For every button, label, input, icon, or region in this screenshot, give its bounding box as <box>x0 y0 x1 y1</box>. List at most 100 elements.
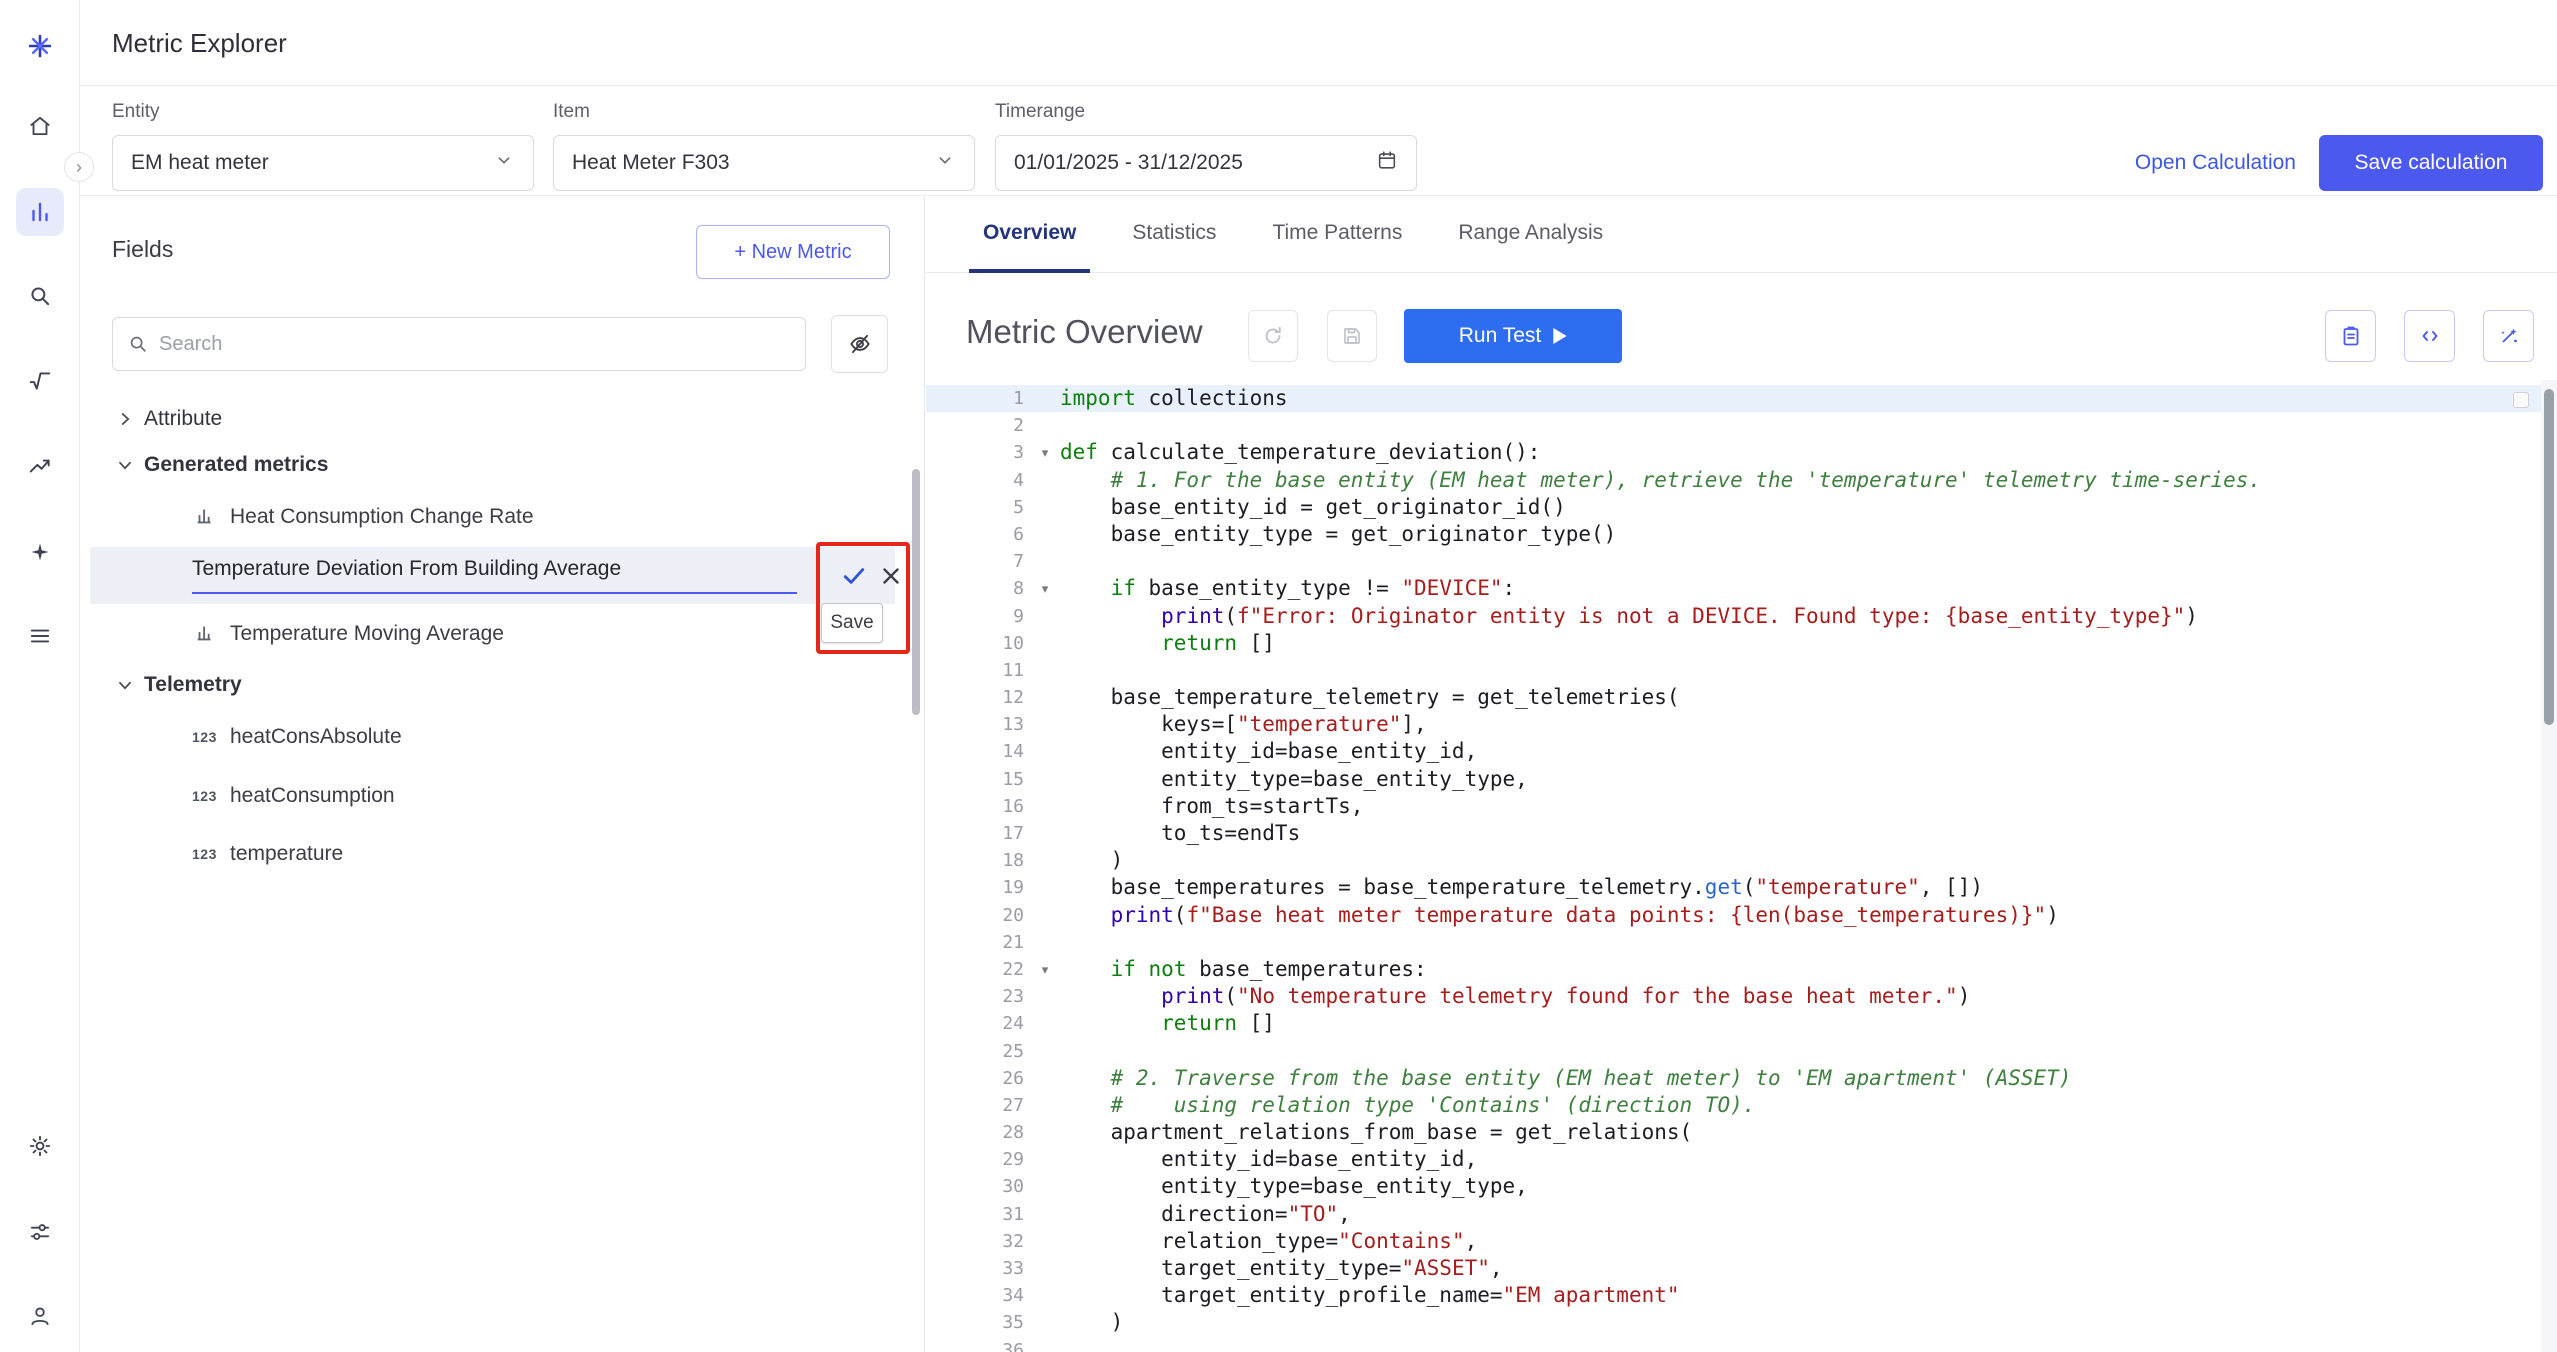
save-calculation-button[interactable]: Save calculation <box>2319 135 2543 191</box>
timerange-input[interactable]: 01/01/2025 - 31/12/2025 <box>995 135 1417 191</box>
code-line-26[interactable]: 26 # 2. Traverse from the base entity (E… <box>926 1065 2541 1092</box>
refresh-button[interactable] <box>1248 310 1298 362</box>
code-line-2[interactable]: 2 <box>926 412 2541 439</box>
line-number: 6 <box>926 521 1030 548</box>
code-line-3[interactable]: 3▾def calculate_temperature_deviation(): <box>926 439 2541 466</box>
tree-item-metric[interactable]: Heat Consumption Change Rate <box>80 493 925 541</box>
tree-group-telemetry[interactable]: Telemetry <box>80 661 925 709</box>
code-line-11[interactable]: 11 <box>926 657 2541 684</box>
fold-gutter <box>1030 1201 1060 1228</box>
sliders-icon[interactable] <box>16 1208 64 1256</box>
tree-item-metric-editing[interactable]: Temperature Deviation From Building Aver… <box>90 547 895 604</box>
tree-item-metric[interactable]: Temperature Moving Average <box>80 610 925 658</box>
tree-item-telemetry[interactable]: 123 heatConsAbsolute <box>80 713 925 761</box>
formula-icon[interactable] <box>16 357 64 405</box>
fold-marker-icon[interactable]: ▾ <box>1030 439 1060 466</box>
code-line-9[interactable]: 9 print(f"Error: Originator entity is no… <box>926 603 2541 630</box>
tree-group-generated-metrics[interactable]: Generated metrics <box>80 441 925 489</box>
bar-chart-icon[interactable] <box>16 188 64 236</box>
code-line-7[interactable]: 7 <box>926 548 2541 575</box>
code-text: relation_type="Contains", <box>1060 1228 1477 1255</box>
fields-panel-scrollbar[interactable] <box>912 469 920 715</box>
calendar-icon <box>1376 149 1398 177</box>
code-line-17[interactable]: 17 to_ts=endTs <box>926 820 2541 847</box>
metric-name-input[interactable]: Temperature Deviation From Building Aver… <box>192 557 797 594</box>
tab-range-analysis[interactable]: Range Analysis <box>1444 196 1617 273</box>
tree-item-telemetry[interactable]: 123 temperature <box>80 830 925 878</box>
code-line-1[interactable]: 1import collections <box>926 385 2541 412</box>
list-icon[interactable] <box>16 612 64 660</box>
tree-group-attribute[interactable]: Attribute <box>80 395 925 443</box>
line-number: 22 <box>926 956 1030 983</box>
numeric-type-icon: 123 <box>192 846 217 862</box>
code-line-10[interactable]: 10 return [] <box>926 630 2541 657</box>
user-icon[interactable] <box>16 1292 64 1340</box>
home-icon[interactable] <box>16 102 64 150</box>
code-editor[interactable]: 1import collections23▾def calculate_temp… <box>926 385 2541 1352</box>
code-line-33[interactable]: 33 target_entity_type="ASSET", <box>926 1255 2541 1282</box>
code-view-button[interactable] <box>2404 310 2455 362</box>
save-metric-button[interactable]: Save <box>821 603 883 643</box>
save-draft-button[interactable] <box>1327 310 1377 362</box>
code-line-23[interactable]: 23 print("No temperature telemetry found… <box>926 983 2541 1010</box>
code-line-16[interactable]: 16 from_ts=startTs, <box>926 793 2541 820</box>
code-line-18[interactable]: 18 ) <box>926 847 2541 874</box>
tab-time-patterns[interactable]: Time Patterns <box>1258 196 1416 273</box>
fold-marker-icon[interactable]: ▾ <box>1030 575 1060 602</box>
code-line-13[interactable]: 13 keys=["temperature"], <box>926 711 2541 738</box>
clipboard-button[interactable] <box>2325 310 2376 362</box>
code-line-30[interactable]: 30 entity_type=base_entity_type, <box>926 1173 2541 1200</box>
code-line-8[interactable]: 8▾ if base_entity_type != "DEVICE": <box>926 575 2541 602</box>
code-line-22[interactable]: 22▾ if not base_temperatures: <box>926 956 2541 983</box>
gear-icon[interactable] <box>16 1122 64 1170</box>
entity-value: EM heat meter <box>131 151 269 175</box>
code-line-27[interactable]: 27 # using relation type 'Contains' (dir… <box>926 1092 2541 1119</box>
telemetry-label: temperature <box>230 842 343 866</box>
search-input[interactable] <box>159 333 791 356</box>
item-select[interactable]: Heat Meter F303 <box>553 135 975 191</box>
tab-statistics[interactable]: Statistics <box>1118 196 1230 273</box>
editor-scrollbar-thumb[interactable] <box>2544 389 2554 725</box>
expand-sidebar-button[interactable]: › <box>64 152 94 182</box>
trend-icon[interactable] <box>16 442 64 490</box>
code-line-20[interactable]: 20 print(f"Base heat meter temperature d… <box>926 902 2541 929</box>
search-icon[interactable] <box>16 272 64 320</box>
tab-overview[interactable]: Overview <box>969 196 1090 273</box>
code-line-4[interactable]: 4 # 1. For the base entity (EM heat mete… <box>926 467 2541 494</box>
cancel-rename-icon[interactable] <box>878 563 904 589</box>
code-line-15[interactable]: 15 entity_type=base_entity_type, <box>926 766 2541 793</box>
tree-item-telemetry[interactable]: 123 heatConsumption <box>80 772 925 820</box>
code-line-32[interactable]: 32 relation_type="Contains", <box>926 1228 2541 1255</box>
run-test-button[interactable]: Run Test <box>1404 309 1622 363</box>
code-line-24[interactable]: 24 return [] <box>926 1010 2541 1037</box>
app-logo[interactable] <box>16 22 64 70</box>
entity-select[interactable]: EM heat meter <box>112 135 534 191</box>
code-icon <box>2418 324 2442 348</box>
code-line-31[interactable]: 31 direction="TO", <box>926 1201 2541 1228</box>
ai-assist-button[interactable] <box>2483 310 2534 362</box>
fold-marker-icon[interactable]: ▾ <box>1030 956 1060 983</box>
code-line-19[interactable]: 19 base_temperatures = base_temperature_… <box>926 874 2541 901</box>
code-line-14[interactable]: 14 entity_id=base_entity_id, <box>926 738 2541 765</box>
open-calculation-link[interactable]: Open Calculation <box>2135 135 2296 191</box>
code-line-34[interactable]: 34 target_entity_profile_name="EM apartm… <box>926 1282 2541 1309</box>
new-metric-button[interactable]: + New Metric <box>696 225 890 279</box>
sparkle-icon[interactable] <box>16 528 64 576</box>
confirm-rename-icon[interactable] <box>840 562 868 590</box>
code-line-21[interactable]: 21 <box>926 929 2541 956</box>
refresh-icon <box>1261 324 1285 348</box>
group-label: Attribute <box>144 407 222 431</box>
code-line-12[interactable]: 12 base_temperature_telemetry = get_tele… <box>926 684 2541 711</box>
code-line-36[interactable]: 36 <box>926 1337 2541 1352</box>
code-line-35[interactable]: 35 ) <box>926 1309 2541 1336</box>
code-line-5[interactable]: 5 base_entity_id = get_originator_id() <box>926 494 2541 521</box>
hide-fields-button[interactable] <box>831 315 888 373</box>
search-icon <box>127 333 149 355</box>
bar-chart-icon <box>194 505 218 529</box>
code-line-6[interactable]: 6 base_entity_type = get_originator_type… <box>926 521 2541 548</box>
code-line-29[interactable]: 29 entity_id=base_entity_id, <box>926 1146 2541 1173</box>
code-text: base_temperature_telemetry = get_telemet… <box>1060 684 1680 711</box>
code-line-28[interactable]: 28 apartment_relations_from_base = get_r… <box>926 1119 2541 1146</box>
code-line-25[interactable]: 25 <box>926 1038 2541 1065</box>
ai-assist-icon <box>2497 324 2521 348</box>
